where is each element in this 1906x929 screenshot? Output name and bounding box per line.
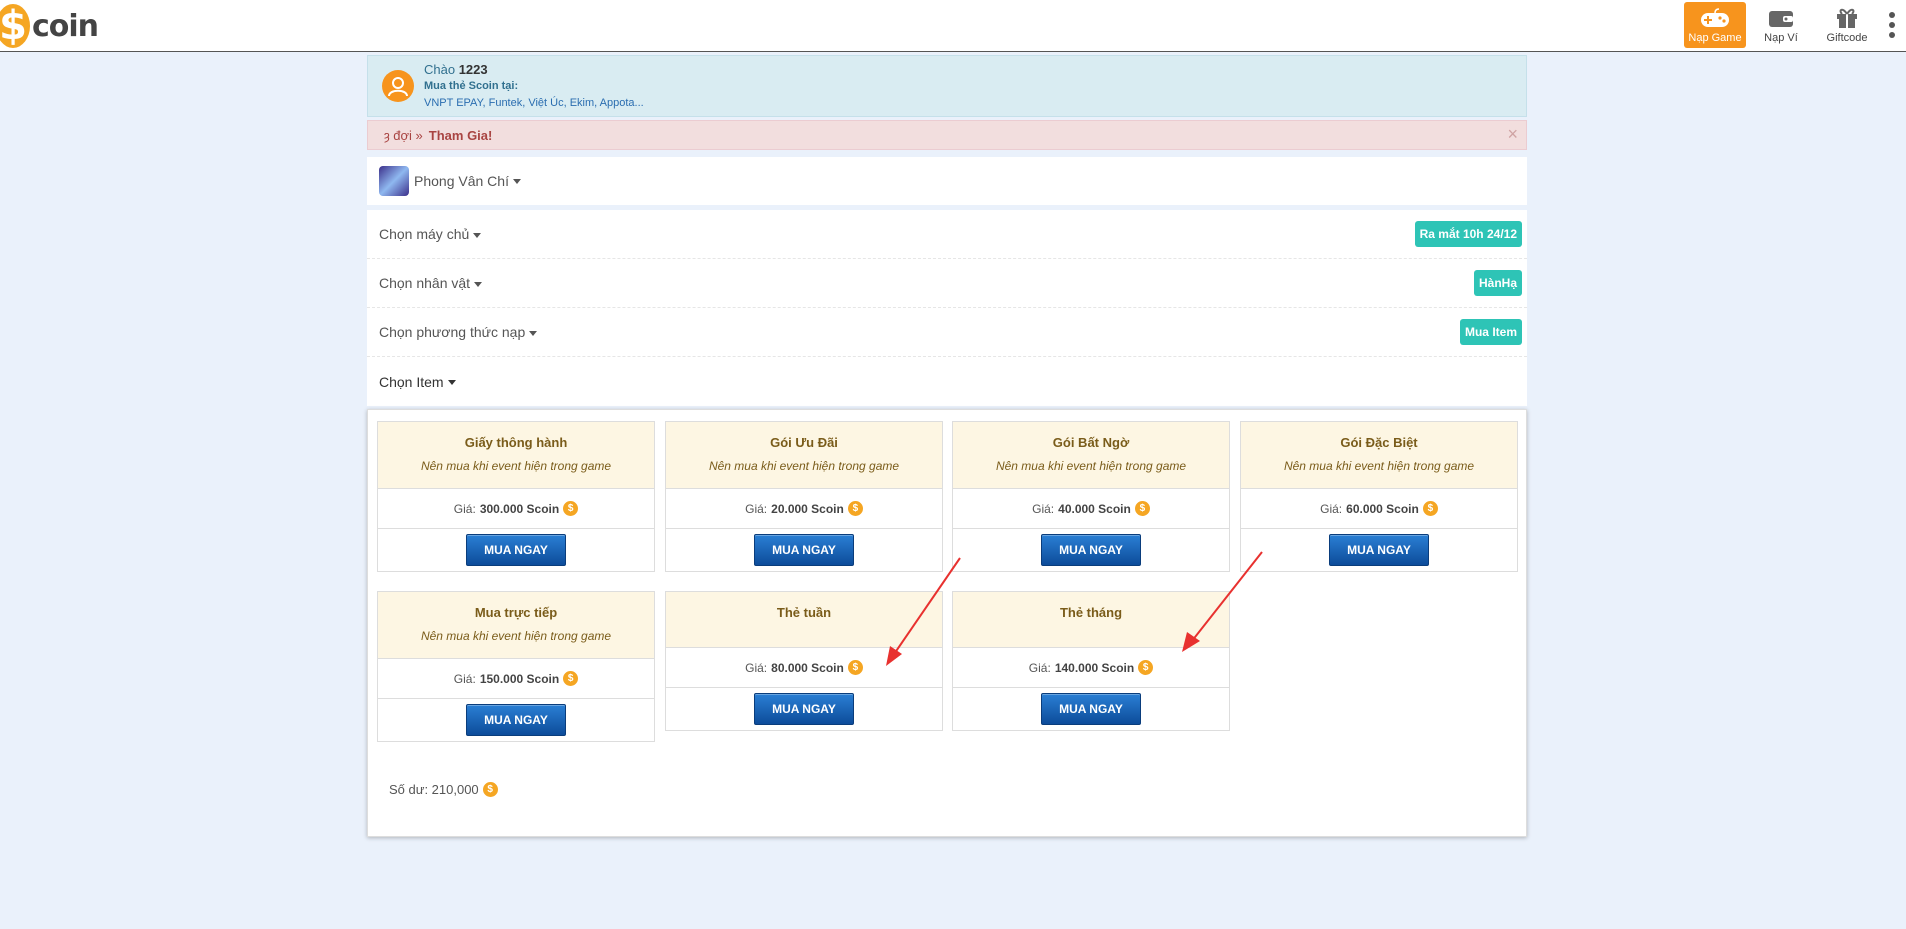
more-menu-icon[interactable]	[1878, 2, 1906, 48]
game-name: Phong Vân Chí	[414, 173, 509, 189]
select-item-label: Chọn Item	[379, 373, 444, 390]
wallet-icon	[1766, 7, 1796, 29]
item-price: Giá: 40.000 Scoin $	[953, 489, 1229, 529]
coin-icon: $	[1422, 501, 1438, 516]
coin-icon: $	[847, 660, 863, 675]
item-desc: Nên mua khi event hiện trong game	[420, 459, 612, 473]
gift-icon	[1832, 7, 1862, 29]
buy-now-button[interactable]: MUA NGAY	[1329, 534, 1429, 566]
select-character-label: Chọn nhân vật	[379, 275, 471, 291]
server-badge: Ra mắt 10h 24/12	[1414, 221, 1522, 247]
coin-icon: $	[1134, 501, 1150, 516]
scoin-logo[interactable]: $ coin	[0, 2, 99, 50]
chevron-down-icon	[474, 281, 483, 287]
chevron-down-icon	[512, 178, 521, 184]
vendor-links[interactable]: VNPT EPAY, Funtek, Việt Úc, Ekim, Appota…	[424, 95, 644, 112]
coin-icon: $	[847, 501, 863, 516]
item-title: Gói Ưu Đãi	[770, 435, 838, 450]
item-desc: Nên mua khi event hiện trong game	[708, 459, 900, 473]
select-server-label: Chọn máy chủ	[379, 226, 470, 242]
buy-now-button[interactable]: MUA NGAY	[1041, 693, 1141, 725]
item-card: Mua trực tiếp Nên mua khi event hiện tro…	[377, 591, 655, 742]
main-nav: Nạp Game Nạp Ví Giftcode	[1680, 2, 1906, 48]
method-badge: Mua Item	[1459, 319, 1522, 345]
item-title: Gói Đặc Biệt	[1340, 435, 1418, 450]
game-thumbnail	[379, 166, 409, 196]
coin-icon: $	[482, 782, 498, 797]
balance-display: Số dư: 210,000 $	[389, 782, 498, 797]
coin-icon: $	[563, 671, 579, 686]
nav-nap-game[interactable]: Nạp Game	[1684, 2, 1746, 48]
item-desc: Nên mua khi event hiện trong game	[1283, 459, 1475, 473]
user-avatar-icon	[382, 70, 414, 102]
welcome-box: Chào 1223 Mua thẻ Scoin tại: VNPT EPAY, …	[367, 55, 1527, 117]
alert-banner: ȝ đợi » Tham Gia! ×	[367, 120, 1527, 150]
chevron-down-icon	[529, 330, 538, 336]
buy-card-label: Mua thẻ Scoin tại:	[424, 79, 519, 92]
balance-label: Số dư: 210,000	[389, 782, 479, 797]
selection-list: Chọn máy chủ Ra mắt 10h 24/12 Chọn nhân …	[367, 210, 1527, 406]
buy-now-button[interactable]: MUA NGAY	[754, 534, 854, 566]
top-navbar: $ coin Nạp Game Nạp Ví Giftcode	[0, 0, 1906, 52]
item-title: Mua trực tiếp	[474, 605, 558, 620]
item-price: Giá: 150.000 Scoin $	[378, 659, 654, 699]
item-desc: Nên mua khi event hiện trong game	[995, 459, 1187, 473]
username: 1223	[458, 61, 488, 77]
item-card: Gói Đặc Biệt Nên mua khi event hiện tron…	[1240, 421, 1518, 572]
greeting: Chào 1223	[424, 61, 488, 77]
select-character-row[interactable]: Chọn nhân vật HànHạ	[367, 259, 1527, 308]
item-card: Giấy thông hành Nên mua khi event hiện t…	[377, 421, 655, 572]
nav-giftcode[interactable]: Giftcode	[1816, 2, 1878, 48]
chevron-down-icon	[447, 380, 456, 386]
select-server-row[interactable]: Chọn máy chủ Ra mắt 10h 24/12	[367, 210, 1527, 259]
main-container: Chào 1223 Mua thẻ Scoin tại: VNPT EPAY, …	[367, 55, 1527, 406]
character-badge: HànHạ	[1473, 270, 1522, 296]
item-desc: Nên mua khi event hiện trong game	[420, 629, 612, 643]
nav-nap-game-label: Nạp Game	[1688, 31, 1742, 44]
item-price: Giá: 60.000 Scoin $	[1241, 489, 1517, 529]
select-method-row[interactable]: Chọn phương thức nạp Mua Item	[367, 308, 1527, 357]
alert-text: ȝ đợi »	[384, 127, 423, 143]
annotation-arrow-icon	[886, 557, 961, 666]
alert-join-link[interactable]: Tham Gia!	[429, 128, 493, 143]
coin-icon: $	[563, 501, 579, 516]
annotation-arrow-icon	[1182, 551, 1263, 652]
logo-coin-icon: $	[0, 3, 30, 49]
game-selector[interactable]: Phong Vân Chí	[367, 157, 1527, 205]
buy-now-button[interactable]: MUA NGAY	[754, 693, 854, 725]
gamepad-icon	[1700, 7, 1730, 29]
buy-now-button[interactable]: MUA NGAY	[466, 704, 566, 736]
select-item-row[interactable]: Chọn Item	[367, 357, 1527, 406]
item-price: Giá: 20.000 Scoin $	[666, 489, 942, 529]
coin-icon: $	[1138, 660, 1154, 675]
item-title: Gói Bất Ngờ	[1052, 435, 1130, 450]
close-icon[interactable]: ×	[1507, 124, 1518, 145]
nav-nap-vi-label: Nạp Ví	[1764, 31, 1798, 44]
chevron-down-icon	[473, 232, 482, 238]
nav-giftcode-label: Giftcode	[1826, 31, 1868, 44]
nav-nap-vi[interactable]: Nạp Ví	[1750, 2, 1812, 48]
buy-now-button[interactable]: MUA NGAY	[466, 534, 566, 566]
item-price: Giá: 300.000 Scoin $	[378, 489, 654, 529]
buy-now-button[interactable]: MUA NGAY	[1041, 534, 1141, 566]
logo-text: coin	[32, 8, 99, 44]
select-method-label: Chọn phương thức nạp	[379, 324, 526, 340]
item-title: Giấy thông hành	[464, 435, 568, 450]
